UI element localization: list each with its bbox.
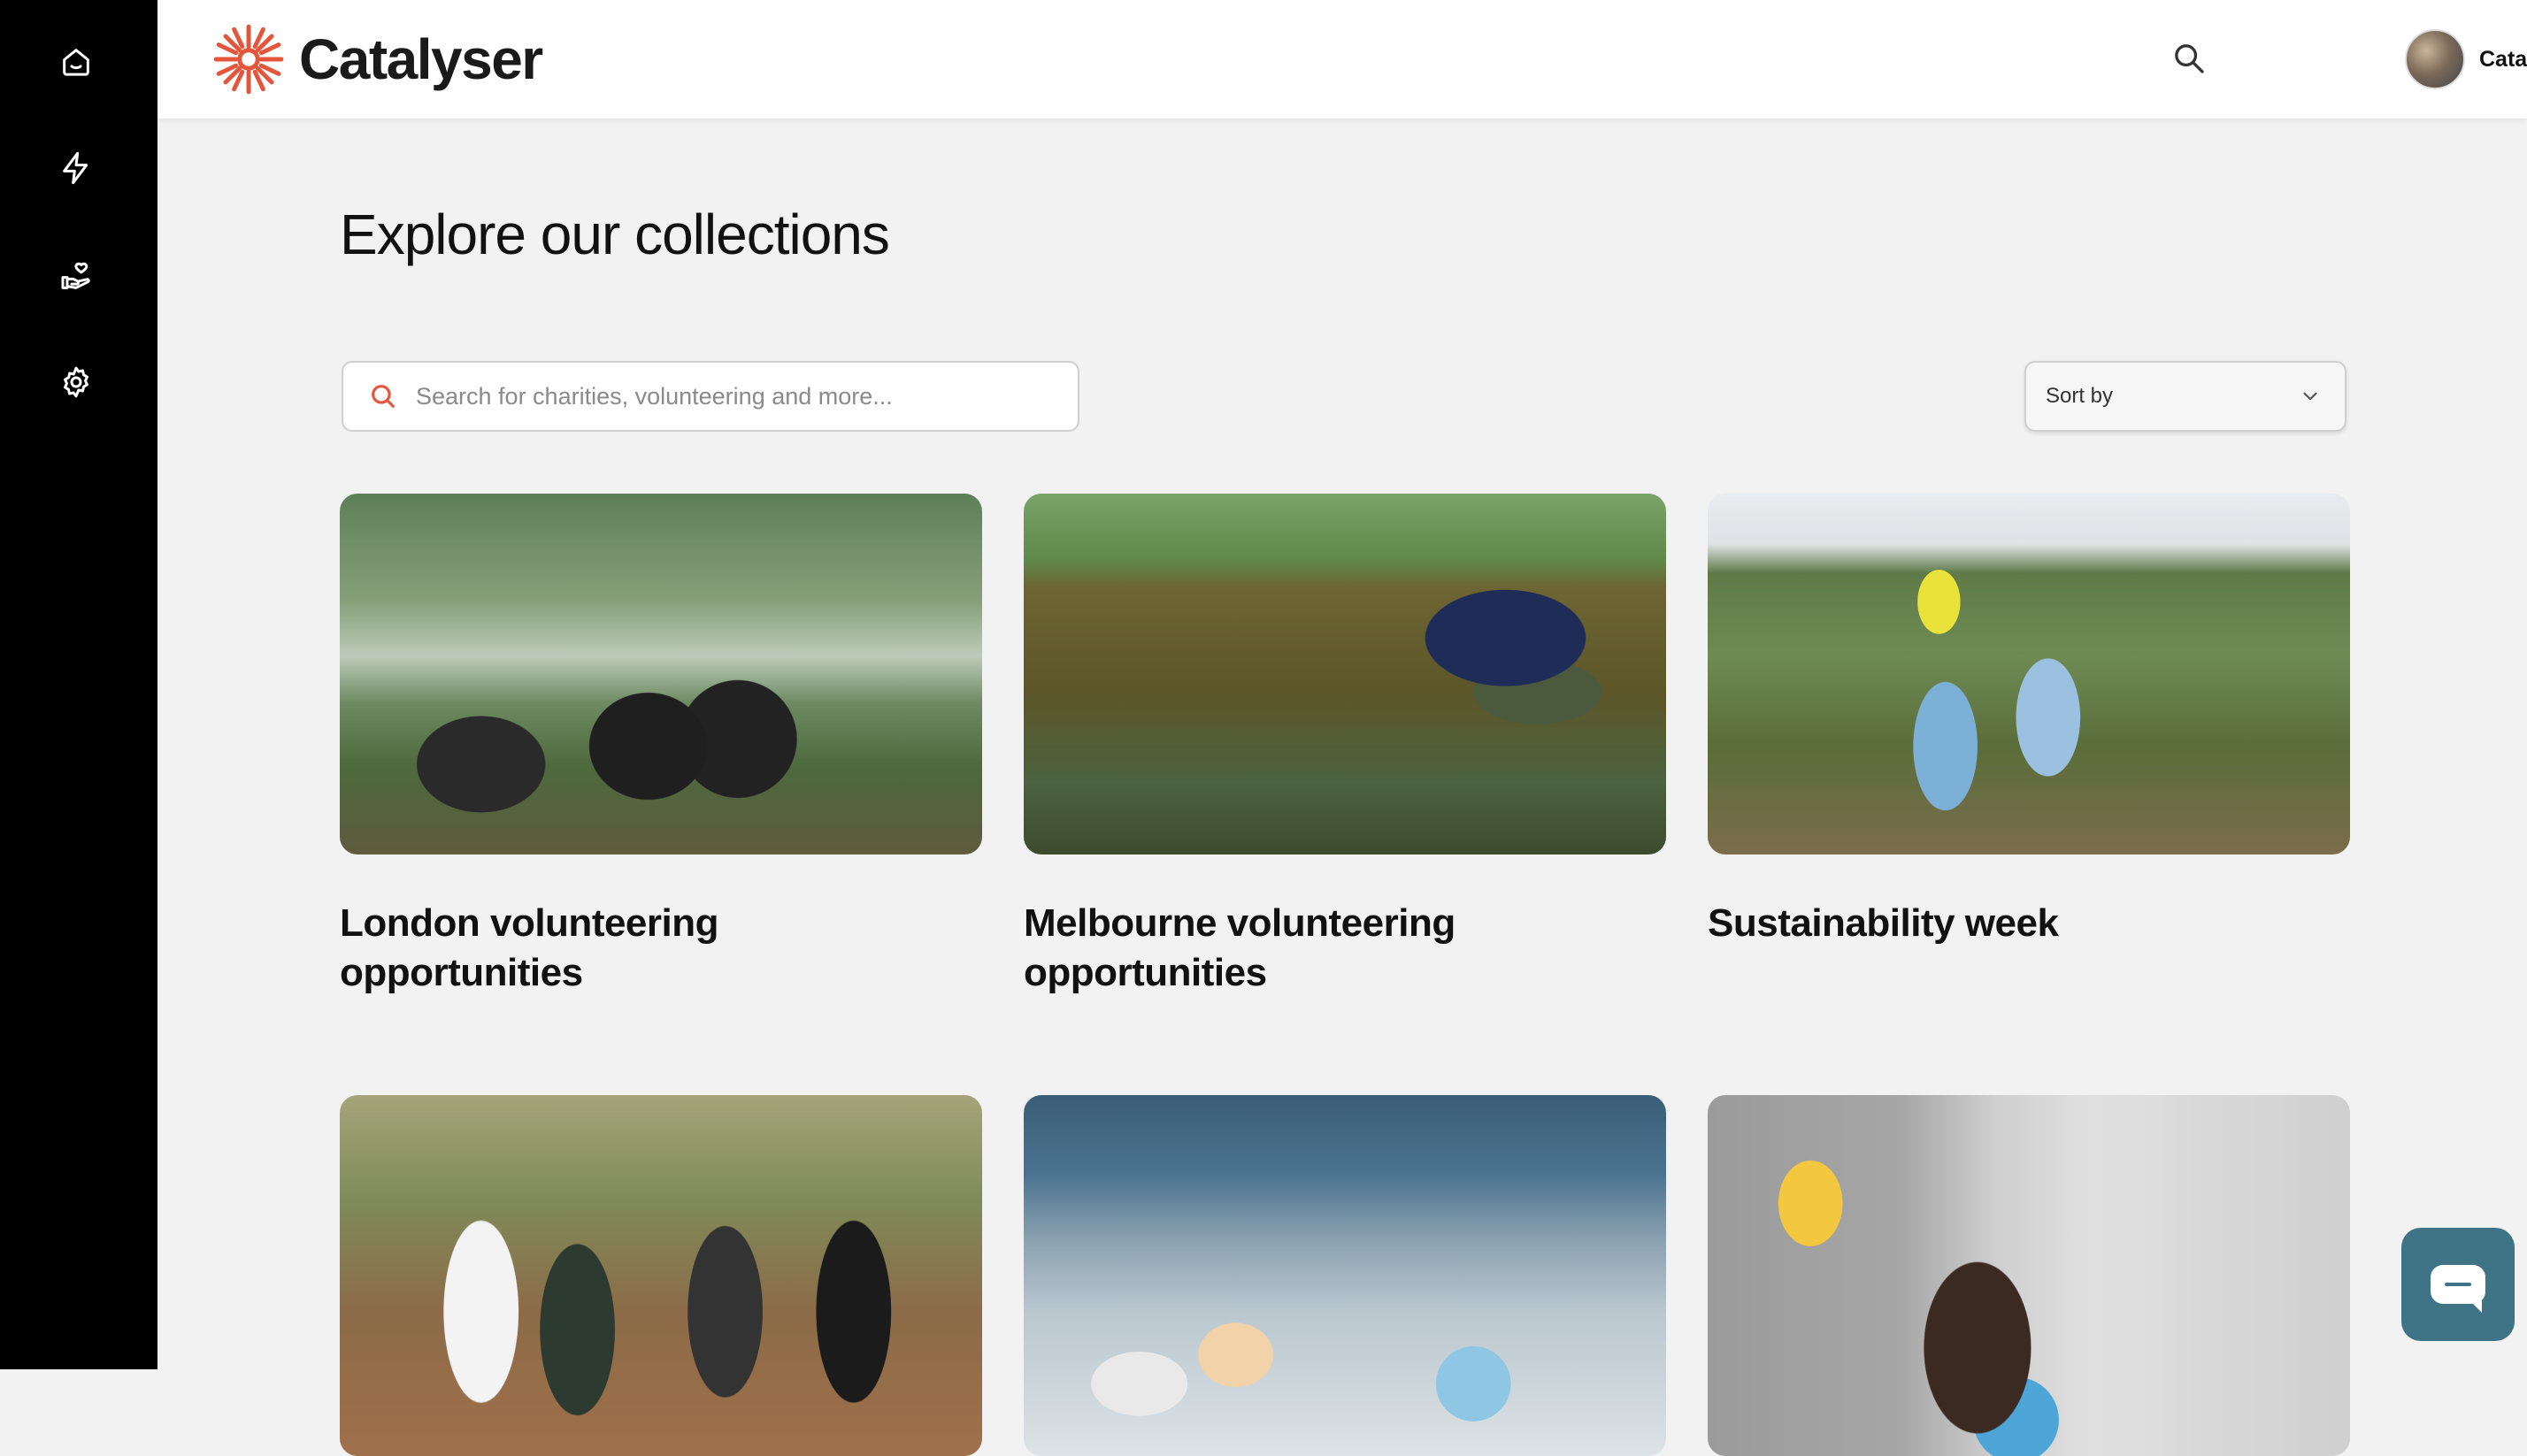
collection-card[interactable]: Melbourne volunteering opportunities [1024,494,1666,998]
nav-giving[interactable] [50,249,103,303]
collection-image[interactable] [340,1095,982,1456]
search-icon [2175,44,2204,73]
home-icon [63,49,89,76]
collection-image[interactable] [1024,494,1666,854]
nav-home[interactable] [50,35,103,88]
search-icon [372,385,395,408]
chevron-down-icon [2303,392,2317,401]
collection-image[interactable] [340,494,982,854]
hand-heart-icon [61,262,90,289]
collection-title[interactable]: Melbourne volunteering opportunities [1024,899,1484,998]
header-search-button[interactable] [2166,35,2212,81]
user-menu[interactable]: Catalyser [2405,27,2527,92]
collection-image[interactable] [1708,494,2350,854]
collection-image[interactable] [1708,1095,2350,1456]
side-nav-rail [0,0,157,1369]
sort-dropdown[interactable]: Sort by [2024,361,2346,432]
settings-gear-icon [64,366,88,398]
top-header: Catalyser Catalyser [157,0,2527,119]
collection-card[interactable] [340,1095,982,1456]
sort-label: Sort by [2046,384,2114,408]
collection-card[interactable]: London volunteering opportunities [340,494,982,998]
collection-image[interactable] [1024,1095,1666,1456]
user-name: Catalyser [2479,46,2527,72]
search-input[interactable] [414,381,1037,411]
nav-activity[interactable] [50,142,103,195]
collections-search[interactable] [342,361,1079,432]
collection-card[interactable] [1024,1095,1666,1456]
chat-bubble-icon [2431,1265,2485,1313]
avatar [2405,29,2465,89]
lightning-icon [63,151,88,185]
collection-card[interactable] [1708,1095,2350,1456]
page-title: Explore our collections [340,203,890,266]
sunburst-logo-icon [213,24,284,95]
brand-name: Catalyser [299,27,543,91]
collection-title[interactable]: London volunteering opportunities [340,899,800,998]
brand-logo[interactable]: Catalyser [212,19,543,99]
collection-title[interactable]: Sustainability week [1708,899,2168,948]
chat-widget-button[interactable] [2401,1228,2515,1341]
collection-card[interactable]: Sustainability week [1708,494,2350,948]
nav-settings[interactable] [50,356,103,409]
